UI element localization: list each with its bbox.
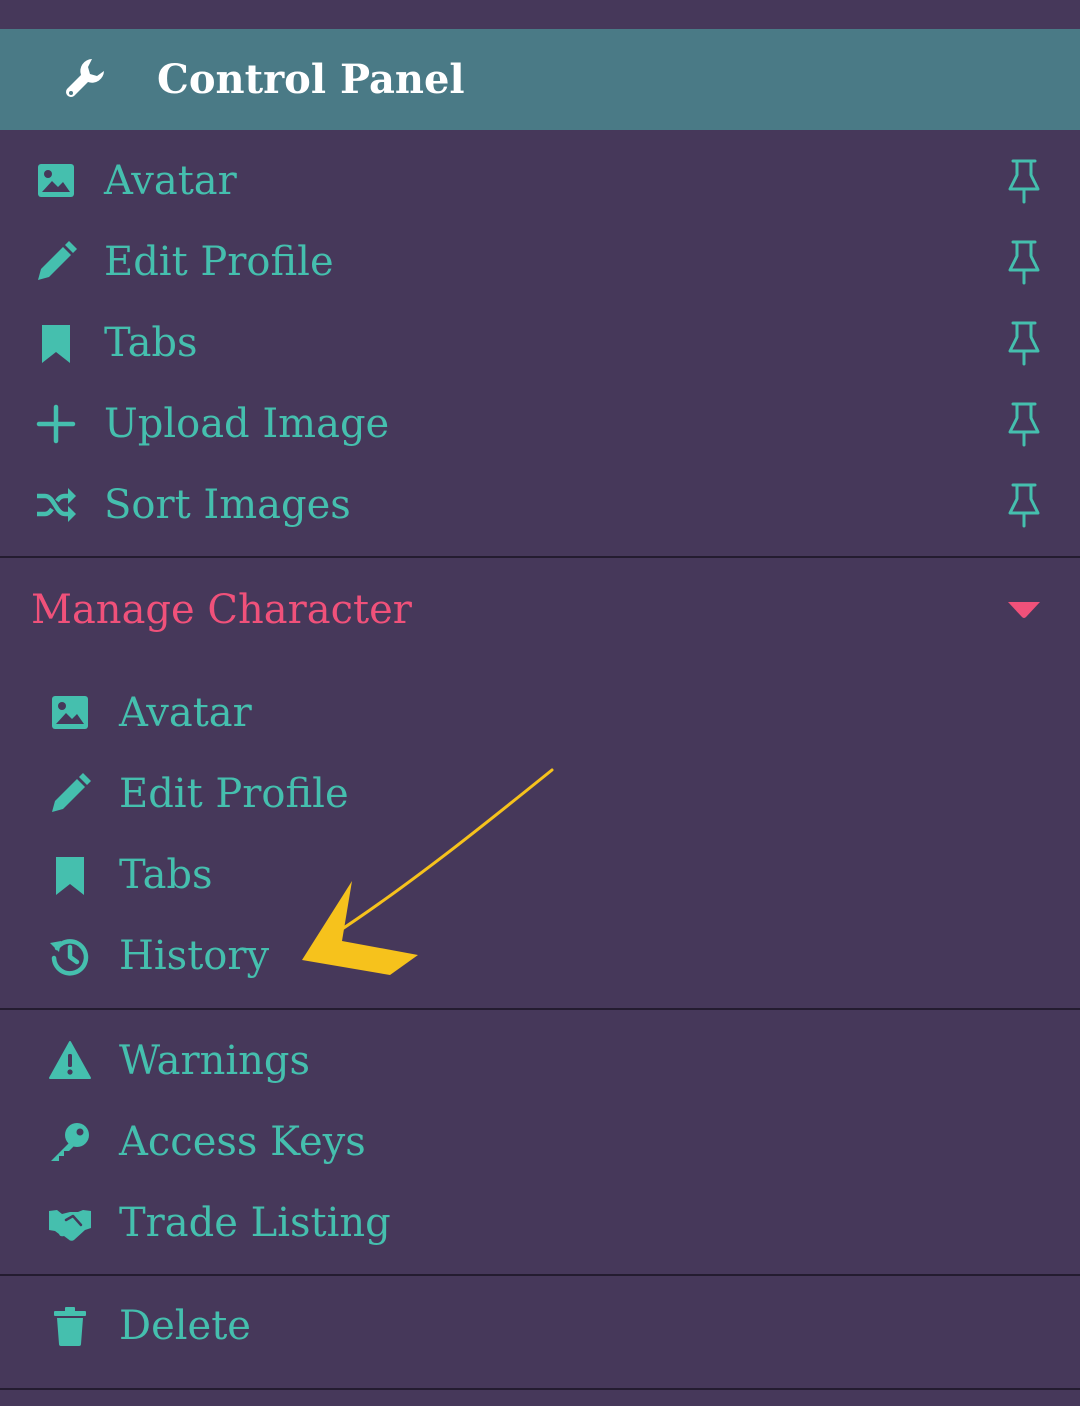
wrench-icon: [66, 59, 104, 97]
manage-item-history[interactable]: History: [0, 916, 1080, 997]
control-panel-header: Control Panel: [0, 29, 1080, 130]
menu-item-label: Avatar: [119, 690, 252, 736]
menu-item-label: Edit Profile: [104, 239, 334, 285]
pin-icon[interactable]: [1002, 157, 1046, 205]
manage-character-title: Manage Character: [31, 587, 412, 633]
menu-item-warnings[interactable]: Warnings: [0, 1021, 1080, 1102]
menu-item-trade-listing[interactable]: Trade Listing: [0, 1183, 1080, 1264]
menu-item-label: Warnings: [119, 1038, 311, 1084]
image-icon: [38, 164, 74, 197]
menu-item-label: Tabs: [119, 852, 213, 898]
menu-item-label: Avatar: [104, 158, 237, 204]
control-panel-title: Control Panel: [157, 56, 465, 103]
manage-item-avatar[interactable]: Avatar: [0, 673, 1080, 754]
menu-item-tabs[interactable]: Tabs: [0, 303, 1080, 384]
shuffle-icon: [37, 488, 76, 522]
trash-icon: [54, 1307, 86, 1346]
bookmark-icon: [56, 857, 84, 895]
menu-item-label: Upload Image: [104, 401, 390, 447]
menu-item-label: Delete: [119, 1303, 251, 1349]
warning-icon: [49, 1041, 91, 1079]
menu-item-label: Trade Listing: [119, 1200, 391, 1246]
manage-character-toggle[interactable]: Manage Character: [0, 568, 1080, 652]
handshake-icon: [49, 1210, 91, 1241]
caret-down-icon: [1008, 602, 1040, 618]
menu-item-edit-profile[interactable]: Edit Profile: [0, 222, 1080, 303]
image-icon: [52, 696, 88, 729]
pencil-icon: [38, 241, 77, 280]
menu-item-sort-images[interactable]: Sort Images: [0, 465, 1080, 546]
section-divider: [0, 1388, 1080, 1390]
menu-item-label: Edit Profile: [119, 771, 349, 817]
pin-icon[interactable]: [1002, 319, 1046, 367]
pin-icon[interactable]: [1002, 238, 1046, 286]
menu-item-label: Sort Images: [104, 482, 351, 528]
manage-item-tabs[interactable]: Tabs: [0, 835, 1080, 916]
menu-item-access-keys[interactable]: Access Keys: [0, 1102, 1080, 1183]
history-icon: [50, 939, 89, 976]
menu-item-label: History: [119, 933, 270, 979]
plus-icon: [36, 404, 76, 444]
section-divider: [0, 1008, 1080, 1010]
menu-item-label: Tabs: [104, 320, 198, 366]
pencil-icon: [52, 773, 91, 812]
section-divider: [0, 556, 1080, 558]
section-divider: [0, 1274, 1080, 1276]
pin-icon[interactable]: [1002, 481, 1046, 529]
menu-item-upload-image[interactable]: Upload Image: [0, 384, 1080, 465]
bookmark-icon: [42, 325, 70, 363]
menu-item-delete[interactable]: Delete: [0, 1286, 1080, 1367]
menu-item-avatar[interactable]: Avatar: [0, 141, 1080, 222]
key-icon: [51, 1123, 89, 1161]
pin-icon[interactable]: [1002, 400, 1046, 448]
menu-item-label: Access Keys: [119, 1119, 366, 1165]
manage-item-edit-profile[interactable]: Edit Profile: [0, 754, 1080, 835]
